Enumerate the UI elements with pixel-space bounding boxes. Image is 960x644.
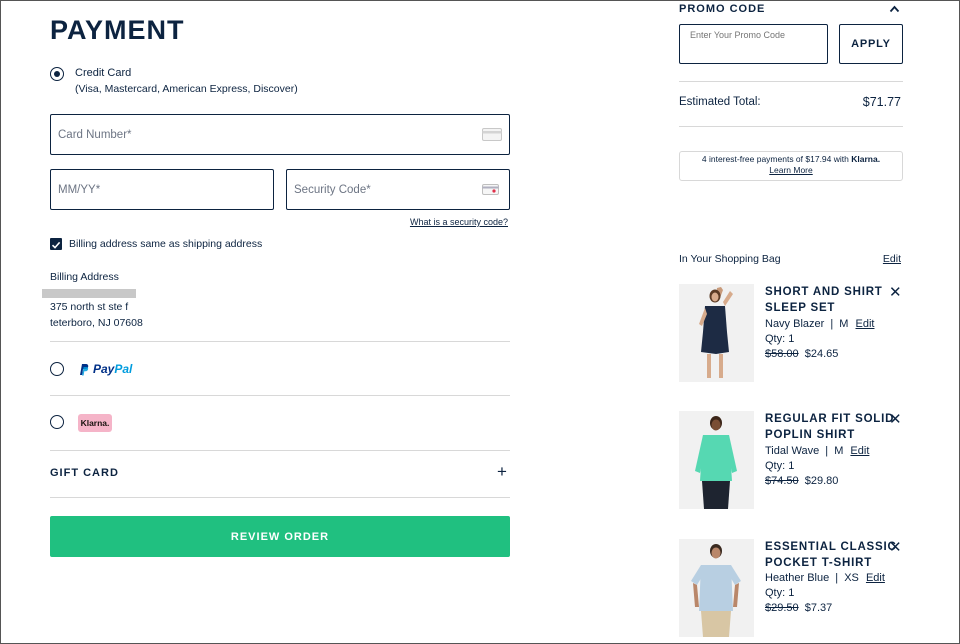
- card-number-field[interactable]: [50, 114, 510, 155]
- security-code-help-link[interactable]: What is a security code?: [410, 217, 508, 227]
- chevron-up-icon[interactable]: [889, 5, 900, 13]
- expiry-input[interactable]: [51, 170, 273, 209]
- item-separator: |: [830, 318, 834, 330]
- item-qty: Qty: 1: [765, 460, 795, 472]
- page-title: PAYMENT: [50, 15, 185, 45]
- item-separator: |: [835, 572, 839, 584]
- billing-address-heading: Billing Address: [50, 271, 119, 283]
- pocket-tshirt-photo: [679, 539, 754, 637]
- paypal-pay-text: Pay: [93, 362, 115, 376]
- divider: [679, 81, 903, 82]
- check-icon: [51, 241, 61, 249]
- sleep-set-photo: [679, 284, 754, 382]
- item-name-line2: POPLIN SHIRT: [765, 429, 856, 441]
- billing-same-label: Billing address same as shipping address: [69, 238, 263, 250]
- promo-code-input[interactable]: [680, 25, 827, 45]
- item-original-price: $74.50: [765, 475, 799, 487]
- item-edit-link[interactable]: Edit: [850, 445, 869, 457]
- item-name-line2: POCKET T-SHIRT: [765, 557, 873, 569]
- item-name: REGULAR FIT SOLID POPLIN SHIRT: [765, 411, 894, 443]
- klarna-radio[interactable]: [50, 415, 64, 429]
- remove-item-icon[interactable]: ✕: [889, 540, 902, 555]
- item-price: $58.00 $24.65: [765, 347, 838, 362]
- item-price: $29.50 $7.37: [765, 601, 832, 616]
- item-original-price: $58.00: [765, 348, 799, 360]
- klarna-installment-copy: 4 interest-free payments of $17.94 with: [701, 154, 849, 164]
- remove-item-icon[interactable]: ✕: [889, 285, 902, 300]
- redacted-name-bar: [42, 289, 136, 298]
- item-variant: Heather Blue | XS Edit: [765, 571, 885, 586]
- item-variant: Navy Blazer | M Edit: [765, 317, 874, 332]
- item-size: XS: [844, 572, 859, 584]
- klarna-brand: Klarna.: [851, 154, 881, 164]
- item-edit-link[interactable]: Edit: [866, 572, 885, 584]
- promo-code-heading: PROMO CODE: [679, 3, 766, 15]
- gift-card-heading[interactable]: GIFT CARD: [50, 467, 119, 479]
- security-code-field[interactable]: [286, 169, 510, 210]
- divider: [50, 395, 510, 396]
- paypal-pal-text: Pal: [114, 362, 133, 376]
- apply-button[interactable]: APPLY: [839, 24, 903, 64]
- item-name-line2: SLEEP SET: [765, 302, 836, 314]
- item-color: Tidal Wave: [765, 445, 820, 457]
- security-code-card-icon: [482, 184, 499, 195]
- item-size: M: [839, 318, 849, 330]
- plus-icon[interactable]: +: [497, 463, 507, 480]
- poplin-shirt-photo: [679, 411, 754, 509]
- card-number-input[interactable]: [51, 115, 509, 154]
- credit-card-icon: [482, 128, 502, 141]
- item-variant: Tidal Wave | M Edit: [765, 444, 869, 459]
- item-separator: |: [825, 445, 829, 457]
- paypal-radio[interactable]: [50, 362, 64, 376]
- credit-card-sublabel: (Visa, Mastercard, American Express, Dis…: [75, 83, 298, 95]
- divider: [679, 126, 903, 127]
- paypal-logo: Pay Pal: [78, 362, 132, 376]
- estimated-total-label: Estimated Total:: [679, 96, 761, 108]
- billing-address-line2: teterboro, NJ 07608: [50, 317, 143, 329]
- item-name: ESSENTIAL CLASSIC POCKET T-SHIRT: [765, 539, 897, 571]
- item-color: Heather Blue: [765, 572, 830, 584]
- item-name: SHORT AND SHIRT SLEEP SET: [765, 284, 883, 316]
- item-original-price: $29.50: [765, 602, 799, 614]
- estimated-total-value: $71.77: [862, 95, 901, 109]
- expiry-field[interactable]: [50, 169, 274, 210]
- klarna-learn-more-link[interactable]: Learn More: [769, 165, 812, 175]
- credit-card-label: Credit Card: [75, 67, 132, 79]
- remove-item-icon[interactable]: ✕: [889, 412, 902, 427]
- paypal-p-icon: [80, 363, 89, 375]
- item-qty: Qty: 1: [765, 587, 795, 599]
- item-sale-price: $29.80: [804, 475, 839, 487]
- credit-card-radio[interactable]: [50, 67, 64, 81]
- item-sale-price: $7.37: [804, 602, 833, 614]
- item-qty: Qty: 1: [765, 333, 795, 345]
- security-code-input[interactable]: [287, 170, 509, 209]
- divider: [50, 341, 510, 342]
- item-price: $74.50 $29.80: [765, 474, 838, 489]
- item-color: Navy Blazer: [765, 318, 825, 330]
- item-sale-price: $24.65: [804, 348, 839, 360]
- klarna-badge: Klarna.: [78, 414, 112, 432]
- product-image-sleep-set[interactable]: [679, 284, 754, 382]
- shopping-bag-heading: In Your Shopping Bag: [679, 253, 781, 265]
- shopping-bag-edit-link[interactable]: Edit: [883, 253, 901, 265]
- item-name-line1: ESSENTIAL CLASSIC: [765, 541, 897, 553]
- klarna-installment-text: 4 interest-free payments of $17.94 with …: [679, 154, 903, 176]
- item-size: M: [834, 445, 844, 457]
- divider: [50, 450, 510, 451]
- billing-same-checkbox[interactable]: [50, 238, 62, 250]
- divider: [50, 497, 510, 498]
- item-name-line1: REGULAR FIT SOLID: [765, 413, 895, 425]
- billing-address-line1: 375 north st ste f: [50, 301, 129, 313]
- promo-code-field[interactable]: [679, 24, 828, 64]
- item-edit-link[interactable]: Edit: [856, 318, 875, 330]
- product-image-poplin-shirt[interactable]: [679, 411, 754, 509]
- item-name-line1: SHORT AND SHIRT: [765, 286, 883, 298]
- product-image-pocket-tshirt[interactable]: [679, 539, 754, 637]
- review-order-button[interactable]: REVIEW ORDER: [50, 516, 510, 557]
